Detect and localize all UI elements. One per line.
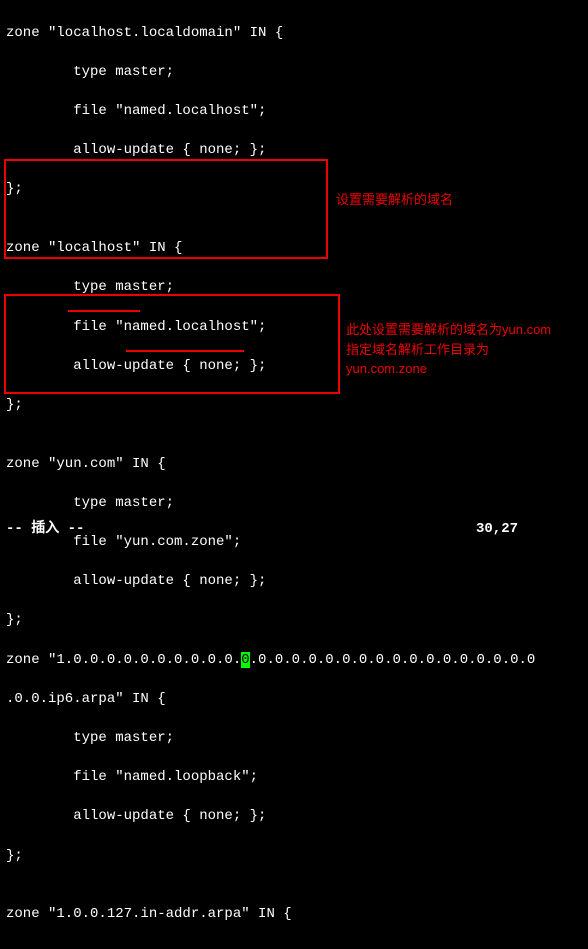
code-line: file "named.localhost"; xyxy=(6,102,582,122)
code-line: type master; xyxy=(6,494,582,514)
code-line: zone "localhost.localdomain" IN { xyxy=(6,24,582,44)
code-line: }; xyxy=(6,180,582,200)
annotation-2: 此处设置需要解析的域名为yun.com 指定域名解析工作目录为 yun.com.… xyxy=(346,320,551,379)
vim-cursor-position: 30,27 xyxy=(476,520,518,540)
code-line: }; xyxy=(6,396,582,416)
annotation-2-line: 指定域名解析工作目录为 xyxy=(346,340,551,360)
code-line: allow-update { none; }; xyxy=(6,141,582,161)
code-line: zone "localhost" IN { xyxy=(6,239,582,259)
code-line: zone "1.0.0.127.in-addr.arpa" IN { xyxy=(6,905,582,925)
code-line: file "named.loopback"; xyxy=(6,768,582,788)
code-line: type master; xyxy=(6,729,582,749)
cursor: 0 xyxy=(241,652,249,668)
code-line: }; xyxy=(6,847,582,867)
vim-editor-area[interactable]: zone "localhost.localdomain" IN { type m… xyxy=(0,0,588,949)
annotation-2-line: yun.com.zone xyxy=(346,359,551,379)
annotation-2-line: 此处设置需要解析的域名为yun.com xyxy=(346,320,551,340)
code-line: type master; xyxy=(6,278,582,298)
code-line: .0.0.ip6.arpa" IN { xyxy=(6,690,582,710)
code-line: allow-update { none; }; xyxy=(6,807,582,827)
code-text: .0.0.0.0.0.0.0.0.0.0.0.0.0.0.0.0.0 xyxy=(250,652,536,668)
code-line: zone "yun.com" IN { xyxy=(6,455,582,475)
vim-status-bar: -- 插入 -- 30,27 xyxy=(0,520,588,540)
vim-mode-indicator: -- 插入 -- xyxy=(6,521,84,537)
annotation-1: 设置需要解析的域名 xyxy=(336,192,453,209)
code-line: }; xyxy=(6,611,582,631)
code-text: zone "1.0.0.0.0.0.0.0.0.0.0. xyxy=(6,652,241,668)
code-line: zone "1.0.0.0.0.0.0.0.0.0.0.0.0.0.0.0.0.… xyxy=(6,651,582,671)
code-line: type master; xyxy=(6,63,582,83)
code-line: allow-update { none; }; xyxy=(6,572,582,592)
